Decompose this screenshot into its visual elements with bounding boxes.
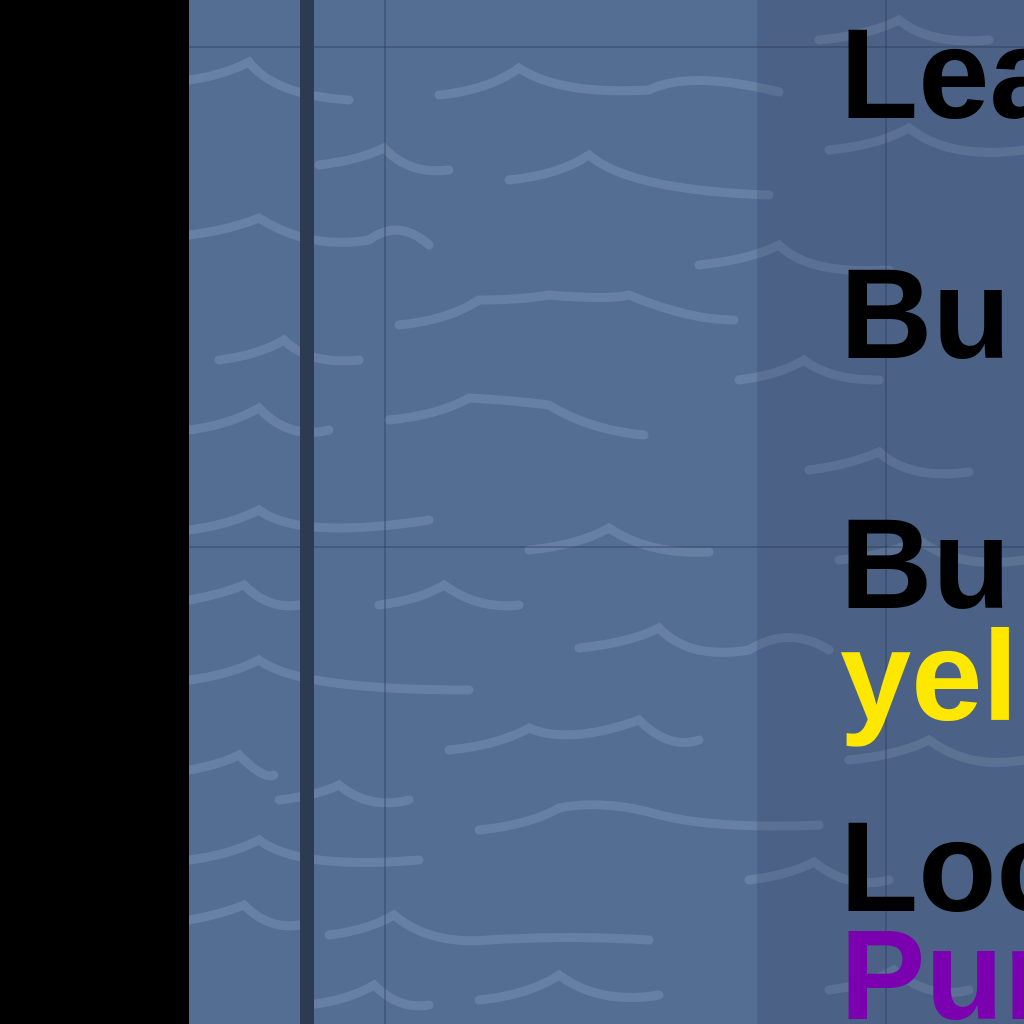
- status-label-purple: Pur: [840, 904, 1024, 1024]
- out-of-bounds-area: [0, 0, 189, 1024]
- status-label-1: Lea: [840, 3, 1024, 146]
- status-text-column: Lea Bu Bu yel Loc Pur: [840, 0, 1024, 1024]
- grid-line: [384, 0, 386, 1024]
- board-divider-line: [300, 0, 314, 1024]
- status-label-yellow: yel: [840, 605, 1018, 748]
- game-viewport: Lea Bu Bu yel Loc Pur: [0, 0, 1024, 1024]
- status-label-2: Bu: [840, 243, 1011, 386]
